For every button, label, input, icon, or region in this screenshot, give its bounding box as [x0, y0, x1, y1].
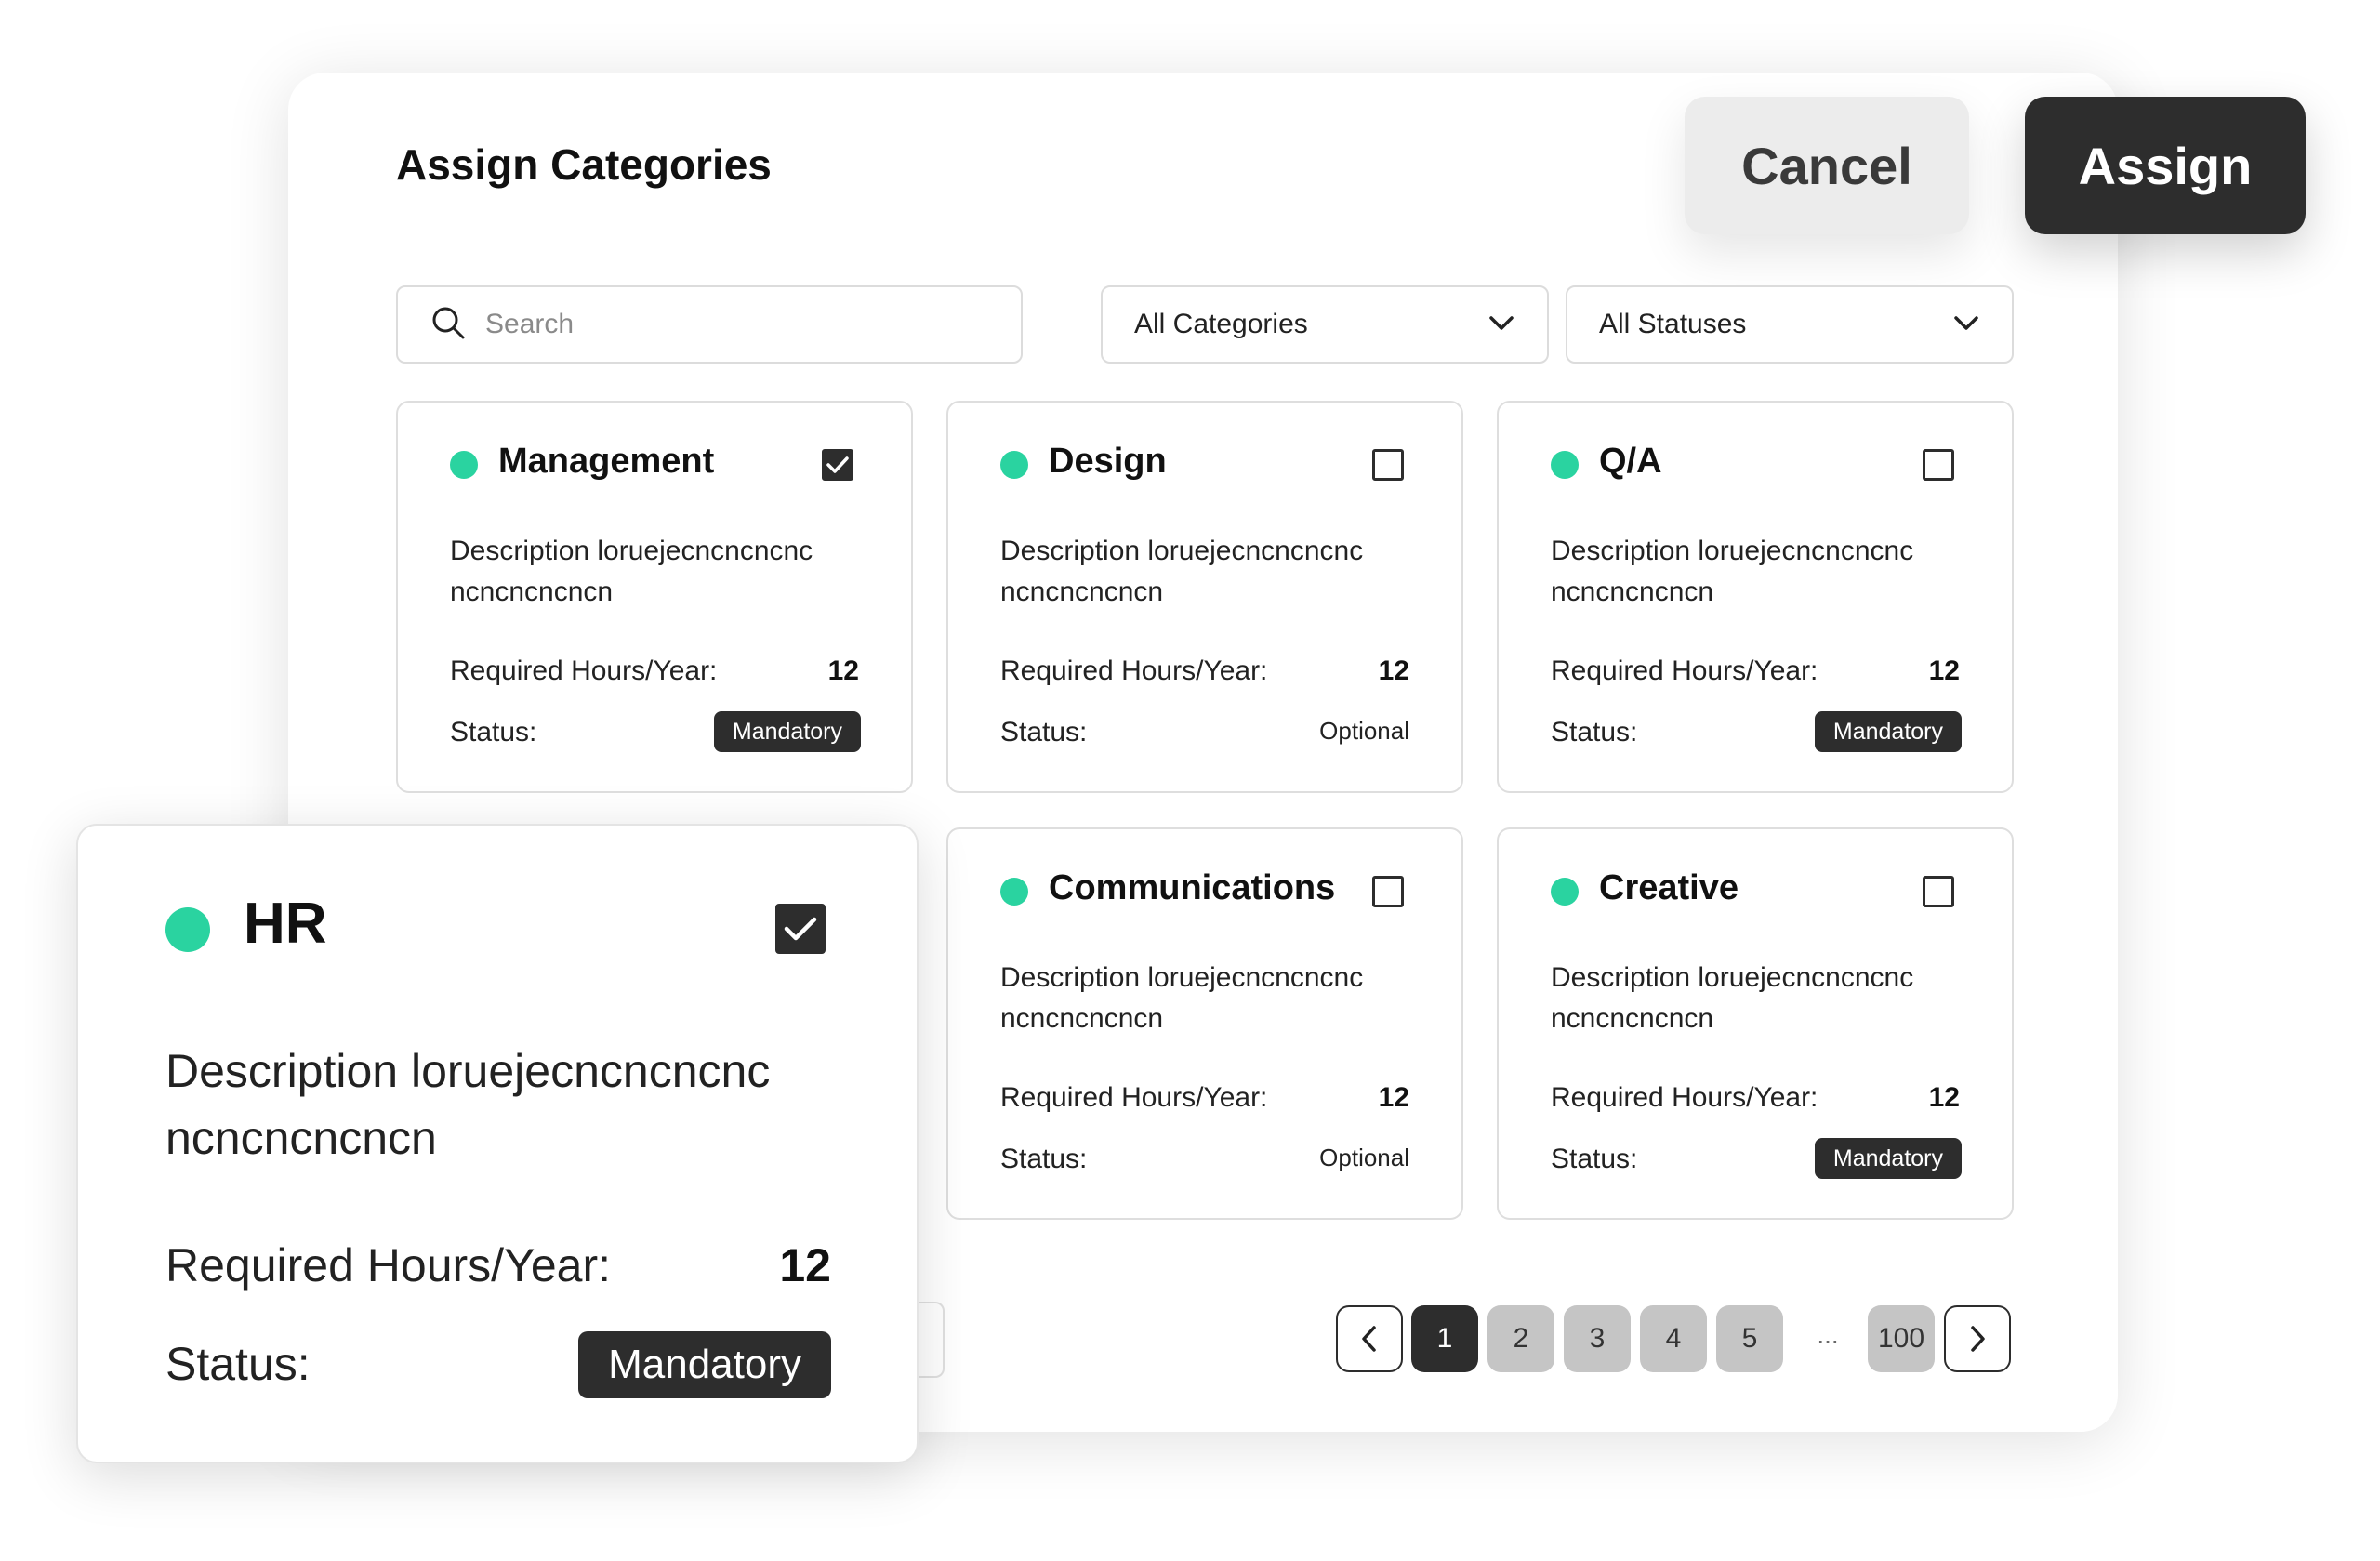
chevron-down-icon — [1488, 309, 1515, 340]
status-dot — [1551, 451, 1579, 479]
page-button-2[interactable]: 2 — [1488, 1305, 1554, 1372]
stage: Assign Categories Cancel Assign All Cate… — [0, 0, 2380, 1561]
status-label: Status: — [1551, 1144, 1638, 1174]
hours-label: Required Hours/Year: — [165, 1239, 611, 1291]
status-badge: Mandatory — [578, 1331, 831, 1398]
hr-category-card[interactable]: HR Description loruejecncncncnc ncncncnc… — [76, 824, 919, 1463]
category-name: Creative — [1599, 868, 1739, 907]
hours-label: Required Hours/Year: — [1000, 655, 1268, 686]
status-label: Status: — [1000, 1144, 1088, 1174]
status-select[interactable]: All Statuses — [1566, 285, 2014, 364]
status-label: Status: — [1000, 717, 1088, 747]
hours-value: 12 — [1378, 1082, 1409, 1113]
page-button-4[interactable]: 4 — [1640, 1305, 1707, 1372]
page-button-last[interactable]: 100 — [1868, 1305, 1935, 1372]
category-checkbox[interactable] — [822, 449, 853, 481]
hours-label: Required Hours/Year: — [450, 655, 718, 686]
category-card[interactable]: Management Description loruejecncncncnc … — [396, 401, 913, 793]
hours-value: 12 — [1928, 655, 1960, 686]
category-description: Description loruejecncncncnc ncncncncncn — [1551, 962, 1914, 1034]
category-name: Communications — [1049, 868, 1336, 907]
category-description: Description loruejecncncncnc ncncncncncn — [1000, 962, 1364, 1034]
status-label: Status: — [165, 1338, 311, 1390]
hours-value: 12 — [1928, 1082, 1960, 1113]
assign-button[interactable]: Assign — [2025, 97, 2306, 234]
page-button-1[interactable]: 1 — [1411, 1305, 1478, 1372]
hours-label: Required Hours/Year: — [1551, 1082, 1818, 1113]
hours-label: Required Hours/Year: — [1551, 655, 1818, 686]
pagination-ellipsis: ... — [1817, 1320, 1839, 1349]
category-description: Description loruejecncncncnc ncncncncncn — [1551, 536, 1914, 607]
next-page-button[interactable] — [1944, 1305, 2011, 1372]
status-badge: Mandatory — [713, 711, 861, 752]
category-name: Design — [1049, 442, 1167, 481]
hours-value: 12 — [779, 1239, 831, 1291]
status-dot — [450, 451, 478, 479]
page-title: Assign Categories — [396, 140, 772, 189]
checkmark-icon — [784, 917, 817, 941]
status-badge: Mandatory — [1814, 1138, 1962, 1179]
chevron-down-icon — [1952, 309, 1980, 340]
status-text: Optional — [1319, 1144, 1409, 1171]
search-box[interactable] — [396, 285, 1023, 364]
hours-value: 12 — [827, 655, 859, 686]
chevron-right-icon — [1971, 1326, 1985, 1352]
status-label: Status: — [1551, 717, 1638, 747]
prev-page-button[interactable] — [1336, 1305, 1403, 1372]
status-dot — [1551, 878, 1579, 906]
checkmark-icon — [826, 456, 849, 473]
category-description: Description loruejecncncncnc ncncncncncn — [1000, 536, 1364, 607]
status-dot — [1000, 451, 1028, 479]
category-card[interactable]: Communications Description loruejecncncn… — [946, 827, 1463, 1220]
category-description: Description loruejecncncncnc ncncncncncn — [165, 1045, 771, 1164]
page-button-5[interactable]: 5 — [1716, 1305, 1783, 1372]
page-button-3[interactable]: 3 — [1564, 1305, 1631, 1372]
category-checkbox[interactable] — [1923, 449, 1954, 481]
category-card[interactable]: Design Description loruejecncncncnc ncnc… — [946, 401, 1463, 793]
status-badge: Mandatory — [1814, 711, 1962, 752]
hours-label: Required Hours/Year: — [1000, 1082, 1268, 1113]
search-input[interactable] — [485, 309, 1006, 340]
chevron-left-icon — [1362, 1326, 1376, 1352]
category-card[interactable]: Creative Description loruejecncncncnc nc… — [1497, 827, 2014, 1220]
category-name: Q/A — [1599, 442, 1662, 481]
category-checkbox[interactable] — [1923, 876, 1954, 907]
status-dot — [1000, 878, 1028, 906]
category-name: Management — [498, 442, 715, 481]
status-select-value: All Statuses — [1599, 309, 1747, 339]
category-select[interactable]: All Categories — [1101, 285, 1549, 364]
category-checkbox[interactable] — [1372, 449, 1404, 481]
category-checkbox[interactable] — [1372, 876, 1404, 907]
search-icon — [430, 304, 467, 346]
hours-value: 12 — [1378, 655, 1409, 686]
category-description: Description loruejecncncncnc ncncncncncn — [450, 536, 813, 607]
status-dot — [165, 907, 210, 952]
status-text: Optional — [1319, 717, 1409, 745]
category-checkbox[interactable] — [775, 904, 826, 954]
status-label: Status: — [450, 717, 537, 747]
cancel-button[interactable]: Cancel — [1685, 97, 1969, 234]
category-name: HR — [244, 892, 327, 956]
category-card[interactable]: Q/A Description loruejecncncncnc ncncncn… — [1497, 401, 2014, 793]
category-select-value: All Categories — [1134, 309, 1308, 339]
